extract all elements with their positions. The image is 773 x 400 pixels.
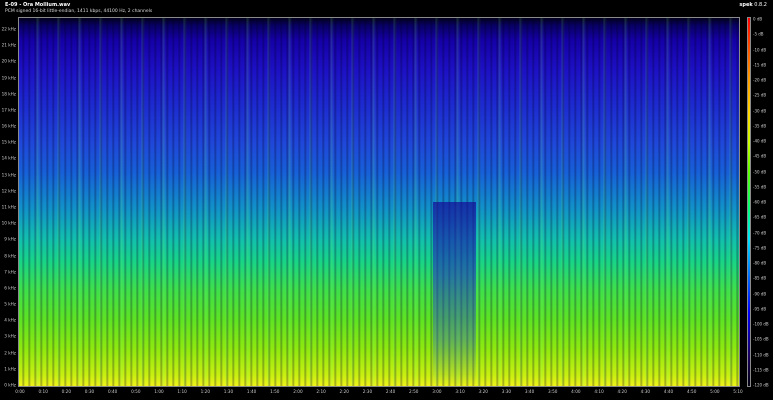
decibel-tick-label: -50 dB <box>753 169 767 174</box>
decibel-tick-label: -10 dB <box>753 47 767 52</box>
time-tick-label: 3:30 <box>501 389 512 394</box>
time-tick-label: 3:10 <box>455 389 465 394</box>
frequency-tick-label: 12 kHz <box>1 188 16 194</box>
frequency-tick-label: 8 kHz <box>4 253 16 259</box>
time-tick-label: 4:10 <box>594 389 604 394</box>
app-version: 0.8.2 <box>754 2 767 8</box>
decibel-tick-label: -110 dB <box>753 352 769 357</box>
time-tick-label: 2:50 <box>409 389 419 394</box>
time-tick-label: 0:40 <box>107 389 118 394</box>
time-tick-label: 3:00 <box>432 389 442 394</box>
frequency-tick-label: 6 kHz <box>4 285 16 291</box>
frequency-tick-label: 9 kHz <box>4 236 16 242</box>
decibel-tick-label: -85 dB <box>753 275 767 281</box>
spectrogram-plot <box>18 17 740 387</box>
frequency-tick-label: 2 kHz <box>4 350 16 356</box>
time-tick-label: 3:50 <box>548 389 558 394</box>
decibel-tick-label: -60 dB <box>753 199 767 205</box>
time-tick-label: 5:10 <box>733 389 743 394</box>
decibel-tick-label: -120 dB <box>753 382 769 388</box>
frequency-tick-label: 5 kHz <box>4 301 16 307</box>
decibel-tick-label: 0 dB <box>753 16 763 22</box>
spectrogram-texture <box>19 18 739 386</box>
time-tick-label: 1:30 <box>223 389 234 394</box>
frequency-tick-label: 22 kHz <box>1 26 16 32</box>
frequency-tick-label: 4 kHz <box>4 317 16 323</box>
time-tick-label: 0:00 <box>15 389 25 394</box>
time-tick-label: 4:20 <box>617 389 627 394</box>
time-tick-label: 4:40 <box>663 389 674 394</box>
frequency-tick-label: 15 kHz <box>1 139 16 145</box>
decibel-tick-label: -90 dB <box>753 291 767 296</box>
app-name: spek 0.8.2 <box>739 2 767 8</box>
time-tick-label: 2:20 <box>339 389 349 394</box>
time-tick-label: 1:50 <box>270 389 280 394</box>
time-tick-label: 5:00 <box>710 389 720 394</box>
decibel-tick-label: -45 dB <box>753 153 767 159</box>
frequency-tick-label: 14 kHz <box>1 155 16 161</box>
window-title: E-09 - Ora Mollium.wav <box>5 2 71 8</box>
time-tick-label: 1:20 <box>200 389 210 394</box>
decibel-tick-label: -95 dB <box>753 306 767 312</box>
decibel-tick-label: -40 dB <box>753 138 767 144</box>
decibel-tick-label: -30 dB <box>753 108 767 113</box>
decibel-tick-label: -80 dB <box>753 260 767 266</box>
time-tick-label: 2:00 <box>293 389 303 394</box>
time-tick-label: 0:30 <box>84 389 95 394</box>
frequency-tick-label: 20 kHz <box>1 58 16 64</box>
decibel-tick-label: -105 dB <box>753 336 769 342</box>
decibel-tick-label: -70 dB <box>753 230 767 235</box>
time-tick-label: 0:50 <box>131 389 141 394</box>
decibel-tick-label: -115 dB <box>753 367 769 373</box>
decibel-tick-label: -15 dB <box>753 62 767 68</box>
frequency-tick-label: 10 kHz <box>1 220 16 226</box>
frequency-tick-label: 7 kHz <box>4 269 16 275</box>
time-tick-label: 3:20 <box>478 389 488 394</box>
time-tick-label: 0:20 <box>61 389 72 394</box>
decibel-tick-label: -20 dB <box>753 77 767 83</box>
time-tick-label: 0:10 <box>38 389 48 394</box>
decibel-tick-label: -75 dB <box>753 245 767 251</box>
spectrogram-quiet-section <box>433 202 477 386</box>
audio-format-info: PCM signed 16-bit little-endian, 1411 kb… <box>5 9 153 14</box>
time-tick-label: 2:40 <box>385 389 396 394</box>
decibel-colorbar <box>747 17 751 387</box>
time-tick-label: 1:40 <box>246 389 257 394</box>
decibel-tick-label: -5 dB <box>753 31 764 37</box>
frequency-tick-label: 11 kHz <box>1 204 16 210</box>
frequency-tick-label: 21 kHz <box>1 42 16 48</box>
decibel-tick-label: -35 dB <box>753 123 767 129</box>
decibel-tick-label: -25 dB <box>753 92 767 98</box>
frequency-tick-label: 17 kHz <box>1 107 16 113</box>
frequency-tick-label: 13 kHz <box>1 172 16 178</box>
app-name-label: spek <box>739 2 753 8</box>
frequency-tick-label: 0 kHz <box>4 382 16 388</box>
time-tick-label: 3:40 <box>524 389 535 394</box>
frequency-tick-label: 3 kHz <box>4 333 16 339</box>
frequency-tick-label: 1 kHz <box>4 366 16 372</box>
decibel-tick-label: -55 dB <box>753 184 767 190</box>
time-tick-label: 1:10 <box>177 389 187 394</box>
time-tick-label: 1:00 <box>154 389 164 394</box>
time-tick-label: 2:30 <box>362 389 373 394</box>
decibel-tick-label: -100 dB <box>753 321 769 327</box>
decibel-tick-label: -65 dB <box>753 214 767 220</box>
frequency-tick-label: 19 kHz <box>1 75 16 81</box>
frequency-tick-label: 18 kHz <box>1 91 16 97</box>
time-tick-label: 4:30 <box>640 389 651 394</box>
time-tick-label: 2:10 <box>316 389 326 394</box>
frequency-tick-label: 16 kHz <box>1 123 16 129</box>
time-tick-label: 4:50 <box>686 389 697 394</box>
time-tick-label: 4:00 <box>571 389 581 394</box>
